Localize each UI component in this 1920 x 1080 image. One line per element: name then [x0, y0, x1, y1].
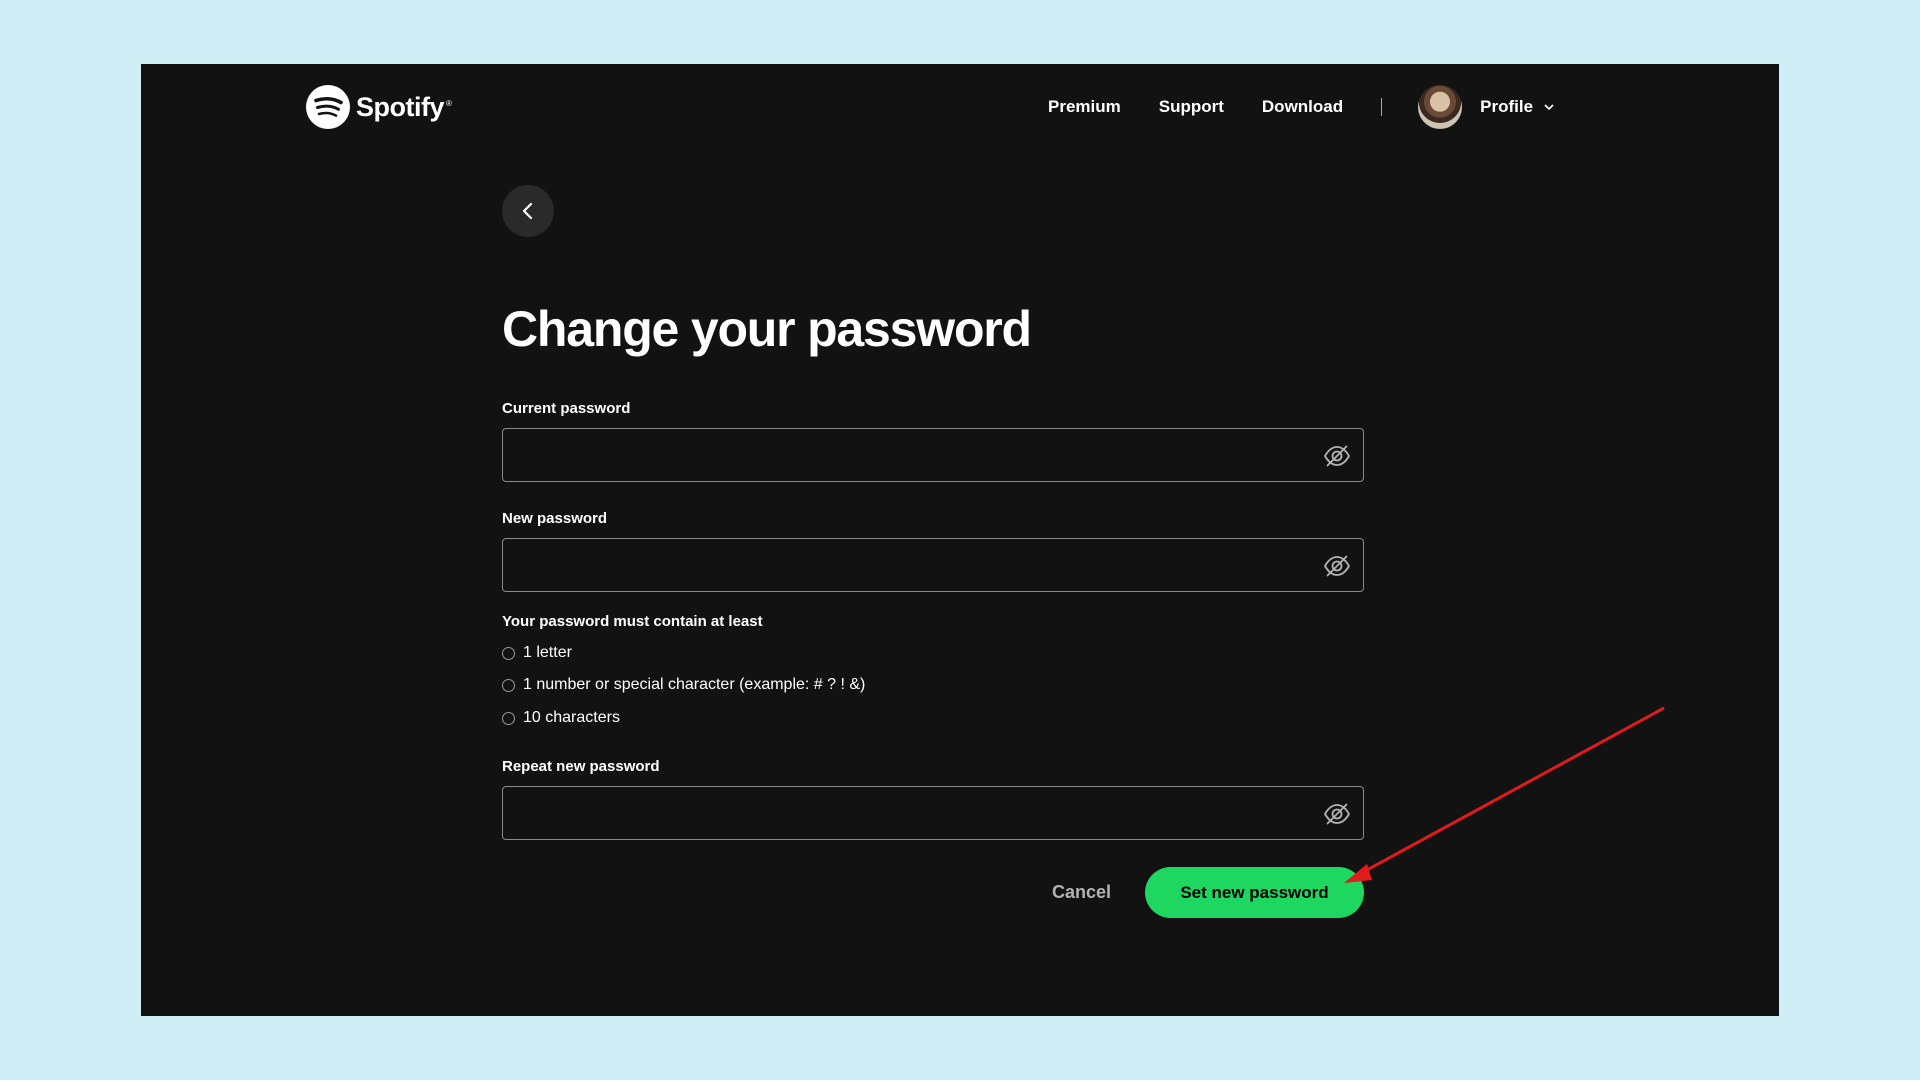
- current-password-input[interactable]: [503, 429, 1363, 481]
- repeat-password-label: Repeat new password: [502, 758, 660, 775]
- requirement-status-icon: [502, 646, 515, 660]
- eye-off-icon[interactable]: [1323, 800, 1351, 828]
- requirement-text: 10 characters: [523, 709, 620, 726]
- requirement-item: 1 letter: [502, 644, 572, 662]
- eye-off-icon[interactable]: [1323, 442, 1351, 470]
- brand-name: Spotify: [356, 91, 445, 122]
- requirement-text: 1 number or special character (example: …: [523, 676, 866, 693]
- nav-premium[interactable]: Premium: [1048, 97, 1121, 117]
- requirement-item: 1 number or special character (example: …: [502, 676, 865, 694]
- profile-menu-label[interactable]: Profile: [1480, 97, 1533, 117]
- cancel-button[interactable]: Cancel: [1052, 882, 1111, 903]
- page-title: Change your password: [502, 301, 1032, 357]
- trademark-mark: ®: [446, 99, 452, 108]
- back-arrow-icon: [522, 202, 533, 220]
- password-requirements-title: Your password must contain at least: [502, 613, 763, 630]
- new-password-label: New password: [502, 510, 608, 527]
- current-password-label: Current password: [502, 400, 631, 417]
- repeat-password-input[interactable]: [503, 787, 1363, 839]
- spotify-logo[interactable]: Spotify ®: [306, 85, 452, 129]
- app-window: Spotify ® Premium Support Download Profi…: [141, 64, 1779, 1016]
- chevron-down-icon[interactable]: [1543, 101, 1555, 113]
- nav-support[interactable]: Support: [1159, 97, 1224, 117]
- nav-divider: [1381, 98, 1383, 116]
- top-nav: Premium Support Download Profile: [1048, 85, 1555, 129]
- eye-off-icon[interactable]: [1323, 552, 1351, 580]
- avatar[interactable]: [1418, 85, 1463, 129]
- requirement-item: 10 characters: [502, 709, 620, 727]
- requirement-status-icon: [502, 678, 515, 692]
- back-button[interactable]: [502, 185, 554, 237]
- new-password-input[interactable]: [503, 539, 1363, 591]
- new-password-field: [502, 538, 1364, 592]
- current-password-field: [502, 428, 1364, 482]
- spotify-logo-icon: [306, 85, 350, 129]
- repeat-password-field: [502, 786, 1364, 840]
- set-new-password-button[interactable]: Set new password: [1145, 867, 1364, 918]
- requirement-status-icon: [502, 711, 515, 725]
- requirement-text: 1 letter: [523, 644, 572, 661]
- nav-download[interactable]: Download: [1262, 97, 1343, 117]
